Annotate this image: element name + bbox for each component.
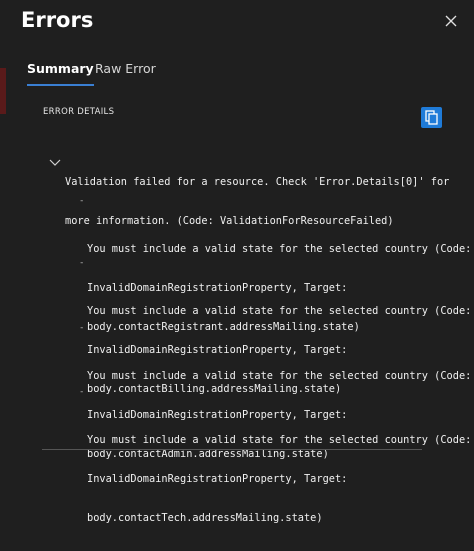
chevron-down-icon[interactable]	[49, 159, 61, 167]
bullet-marker: -	[79, 196, 85, 206]
error-details-section: ERROR DETAILS Validation failed for a re…	[30, 98, 474, 524]
main-error-line: Validation failed for a resource. Check …	[65, 176, 450, 188]
bullet-marker: -	[79, 387, 85, 397]
detail-line: You must include a valid state for the s…	[87, 243, 472, 255]
dialog-title: Errors	[21, 8, 94, 32]
bullet-marker: -	[79, 323, 85, 333]
copy-button[interactable]	[421, 107, 442, 128]
detail-line: InvalidDomainRegistrationProperty, Targe…	[87, 473, 348, 485]
copy-icon	[425, 110, 438, 125]
detail-line: You must include a valid state for the s…	[87, 434, 472, 446]
detail-line: You must include a valid state for the s…	[87, 305, 472, 317]
tab-summary[interactable]: Summary	[27, 61, 94, 86]
tab-raw-error[interactable]: Raw Error	[95, 61, 156, 76]
detail-line: body.contactTech.addressMailing.state)	[87, 512, 323, 524]
divider	[42, 449, 422, 450]
section-label: ERROR DETAILS	[43, 107, 115, 117]
detail-line: You must include a valid state for the s…	[87, 370, 472, 382]
close-icon[interactable]	[442, 12, 460, 30]
error-detail-item: - You must include a valid state for the…	[79, 387, 472, 551]
bullet-marker: -	[79, 258, 85, 268]
errors-dialog: Errors Summary Raw Error ERROR DETAILS V…	[6, 0, 474, 524]
